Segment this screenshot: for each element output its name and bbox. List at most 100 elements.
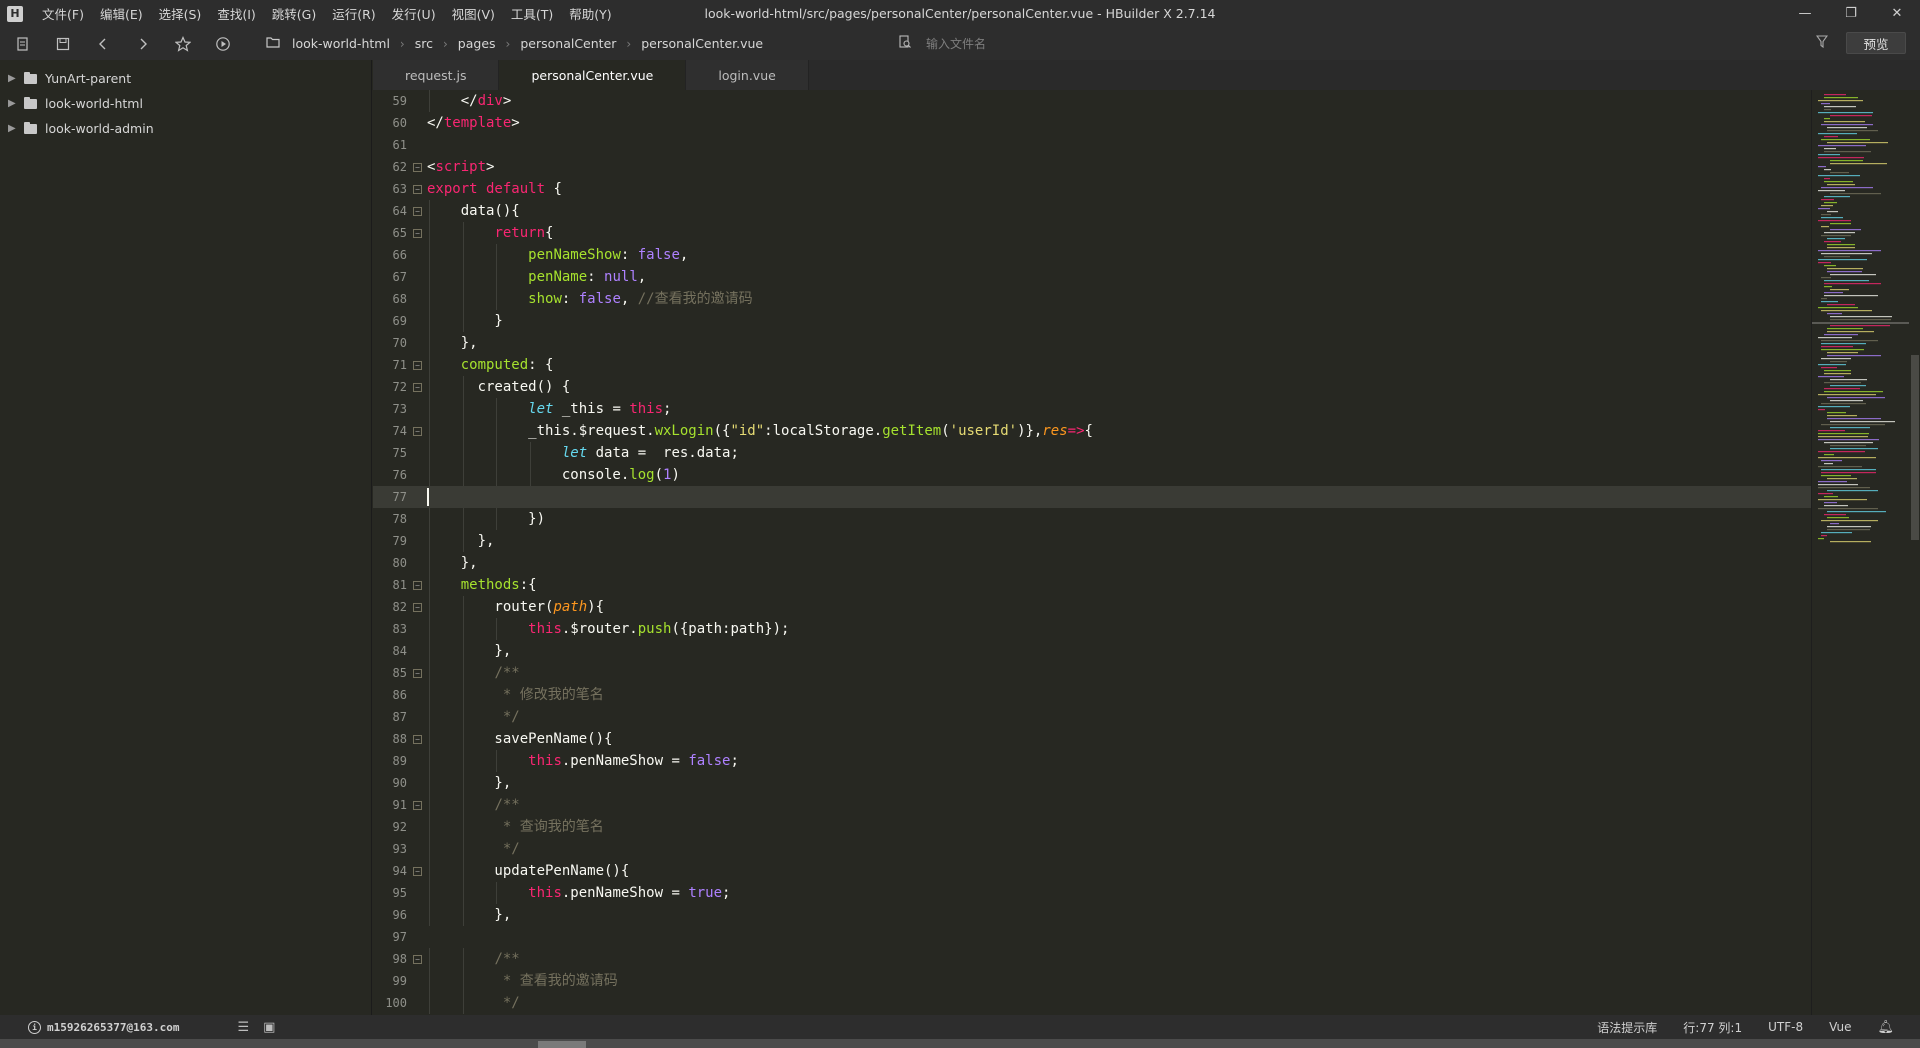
account[interactable]: i m15926265377@163.com [28, 1020, 179, 1034]
minimap[interactable] [1811, 90, 1910, 1015]
file-search-icon[interactable] [898, 35, 912, 53]
hint-library[interactable]: 语法提示库 [1597, 1019, 1657, 1036]
language-mode[interactable]: Vue [1829, 1020, 1851, 1034]
code-line[interactable]: 90 }, [373, 772, 1811, 794]
fold-toggle-icon[interactable]: − [413, 229, 422, 238]
filter-icon[interactable] [1815, 35, 1829, 52]
code-line[interactable]: 71− computed: { [373, 354, 1811, 376]
chevron-right-icon[interactable]: ▶ [8, 98, 24, 109]
code-line[interactable]: 91− /** [373, 794, 1811, 816]
tab-login-vue[interactable]: login.vue [686, 60, 809, 90]
code-line[interactable]: 66 penNameShow: false, [373, 244, 1811, 266]
code-line[interactable]: 65− return{ [373, 222, 1811, 244]
terminal-icon[interactable]: ▣ [263, 1020, 275, 1035]
code-line[interactable]: 96 }, [373, 904, 1811, 926]
code-editor[interactable]: 59 </div> 60 </template> 61 62− <script> 63− ex… [373, 90, 1811, 1015]
fold-toggle-icon[interactable]: − [413, 801, 422, 810]
code-line[interactable]: 84 }, [373, 640, 1811, 662]
fold-toggle-icon[interactable]: − [413, 383, 422, 392]
code-line[interactable]: 87 */ [373, 706, 1811, 728]
run-icon[interactable] [212, 33, 234, 55]
tab-personalcenter-vue[interactable]: personalCenter.vue [499, 60, 687, 90]
code-line[interactable]: 62− <script> [373, 156, 1811, 178]
code-line[interactable]: 73 let _this = this; [373, 398, 1811, 420]
code-line[interactable]: 72− created() { [373, 376, 1811, 398]
minimize-button[interactable]: — [1782, 0, 1828, 27]
bell-icon[interactable]: 🔔︎ [1877, 1020, 1894, 1035]
horizontal-scrollbar[interactable] [0, 1039, 1920, 1048]
code-line[interactable]: 98− /** [373, 948, 1811, 970]
code-line[interactable]: 74− _this.$request.wxLogin({"id":localSt… [373, 420, 1811, 442]
code-line[interactable]: 69 } [373, 310, 1811, 332]
code-line[interactable]: 86 * 修改我的笔名 [373, 684, 1811, 706]
tree-item-look-world-admin[interactable]: ▶ look-world-admin [0, 116, 371, 141]
code-line[interactable]: 81− methods:{ [373, 574, 1811, 596]
fold-toggle-icon[interactable]: − [413, 361, 422, 370]
outline-icon[interactable]: ☰ [237, 1020, 249, 1035]
file-search-input[interactable] [926, 37, 1226, 51]
tree-item-yunart-parent[interactable]: ▶ YunArt-parent [0, 66, 371, 91]
code-line[interactable]: 92 * 查询我的笔名 [373, 816, 1811, 838]
code-line[interactable]: 61 [373, 134, 1811, 156]
code-line[interactable]: 93 */ [373, 838, 1811, 860]
code-line[interactable]: 75 let data = res.data; [373, 442, 1811, 464]
code-line[interactable]: 77 [373, 486, 1811, 508]
tab-request-js[interactable]: request.js [373, 60, 500, 90]
menu-publish[interactable]: 发行(U) [386, 4, 442, 23]
cursor-position[interactable]: 行:77 列:1 [1683, 1019, 1742, 1036]
scrollbar-thumb[interactable] [1911, 355, 1919, 540]
code-line[interactable]: 100 */ [373, 992, 1811, 1014]
menu-select[interactable]: 选择(S) [153, 4, 208, 23]
encoding[interactable]: UTF-8 [1768, 1020, 1803, 1034]
star-icon[interactable] [172, 33, 194, 55]
code-line[interactable]: 85− /** [373, 662, 1811, 684]
fold-toggle-icon[interactable]: − [413, 581, 422, 590]
vertical-scrollbar[interactable] [1909, 90, 1920, 1015]
code-line[interactable]: 59 </div> [373, 90, 1811, 112]
code-line[interactable]: 78 }) [373, 508, 1811, 530]
menu-file[interactable]: 文件(F) [36, 4, 90, 23]
save-icon[interactable] [52, 33, 74, 55]
menu-find[interactable]: 查找(I) [211, 4, 261, 23]
code-line[interactable]: 60 </template> [373, 112, 1811, 134]
menu-view[interactable]: 视图(V) [446, 4, 501, 23]
code-line[interactable]: 76 console.log(1) [373, 464, 1811, 486]
code-line[interactable]: 82− router(path){ [373, 596, 1811, 618]
scrollbar-thumb[interactable] [538, 1041, 586, 1048]
code-line[interactable]: 79 }, [373, 530, 1811, 552]
code-line[interactable]: 68 show: false, //查看我的邀请码 [373, 288, 1811, 310]
preview-button[interactable]: 预览 [1846, 32, 1906, 54]
breadcrumb-item[interactable]: look-world-html [292, 36, 390, 51]
fold-toggle-icon[interactable]: − [413, 427, 422, 436]
breadcrumb-item[interactable]: personalCenter.vue [641, 36, 763, 51]
fold-toggle-icon[interactable]: − [413, 867, 422, 876]
breadcrumb-item[interactable]: pages [458, 36, 496, 51]
menu-edit[interactable]: 编辑(E) [94, 4, 149, 23]
menu-help[interactable]: 帮助(Y) [563, 4, 617, 23]
menu-tools[interactable]: 工具(T) [505, 4, 559, 23]
fold-toggle-icon[interactable]: − [413, 735, 422, 744]
minimap-viewport[interactable] [1812, 322, 1910, 324]
back-icon[interactable] [92, 33, 114, 55]
chevron-right-icon[interactable]: ▶ [8, 73, 24, 84]
code-line[interactable]: 89 this.penNameShow = false; [373, 750, 1811, 772]
fold-toggle-icon[interactable]: − [413, 185, 422, 194]
menu-run[interactable]: 运行(R) [326, 4, 381, 23]
code-line[interactable]: 94− updatePenName(){ [373, 860, 1811, 882]
code-line[interactable]: 70 }, [373, 332, 1811, 354]
code-line[interactable]: 99 * 查看我的邀请码 [373, 970, 1811, 992]
breadcrumb-item[interactable]: src [415, 36, 433, 51]
code-line[interactable]: 95 this.penNameShow = true; [373, 882, 1811, 904]
tree-item-look-world-html[interactable]: ▶ look-world-html [0, 91, 371, 116]
code-line[interactable]: 80 }, [373, 552, 1811, 574]
new-file-icon[interactable] [12, 33, 34, 55]
code-line[interactable]: 64− data(){ [373, 200, 1811, 222]
fold-toggle-icon[interactable]: − [413, 207, 422, 216]
code-line[interactable]: 88− savePenName(){ [373, 728, 1811, 750]
menu-goto[interactable]: 跳转(G) [266, 4, 322, 23]
restore-button[interactable]: ❐ [1828, 0, 1874, 27]
fold-toggle-icon[interactable]: − [413, 163, 422, 172]
close-button[interactable]: ✕ [1874, 0, 1920, 27]
code-line[interactable]: 63− export default { [373, 178, 1811, 200]
chevron-right-icon[interactable]: ▶ [8, 123, 24, 134]
